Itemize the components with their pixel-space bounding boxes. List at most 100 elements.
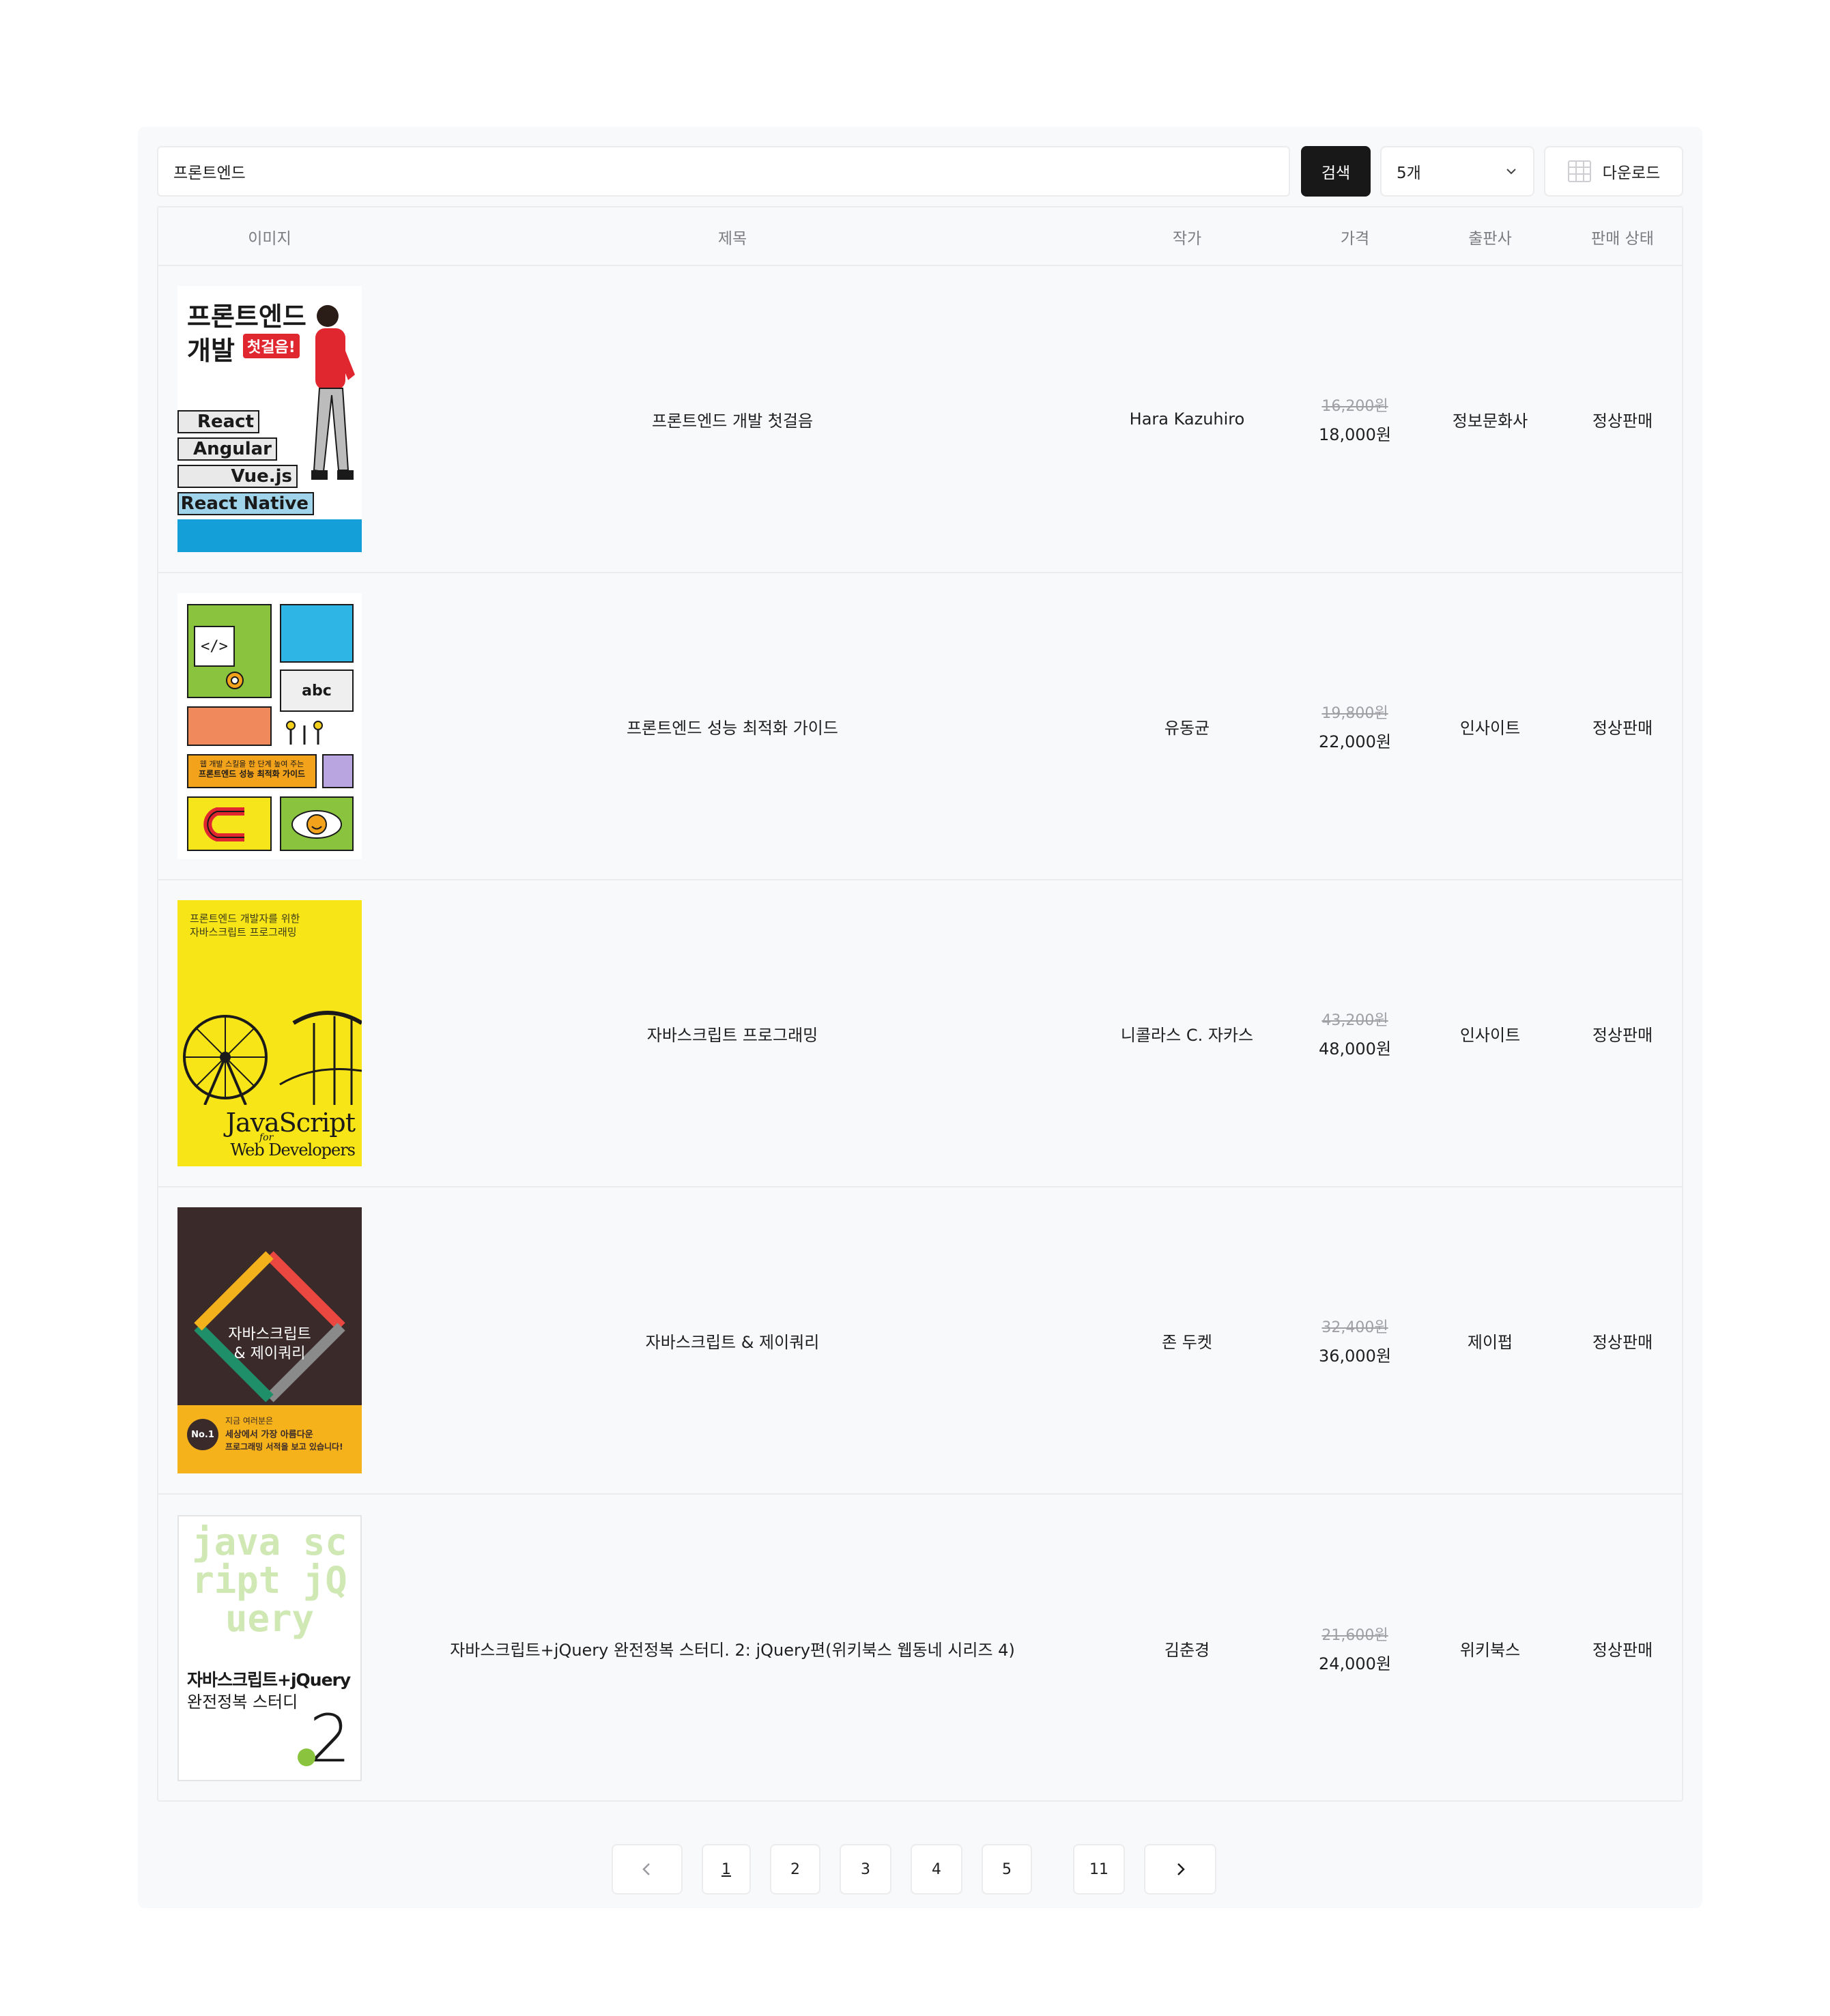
page-size-select[interactable]: 5개 — [1380, 146, 1534, 197]
book-cover-cell: java script jQuery 자바스크립트+jQuery 완전정복 스터… — [158, 1495, 381, 1802]
book-cover-cell: 프론트엔드 개발자를 위한 자바스크립트 프로그래밍 JavaScript fo… — [158, 880, 381, 1186]
cover-js-title: JavaScript — [225, 1108, 356, 1138]
original-price: 16,200원 — [1321, 397, 1388, 415]
prev-page-button[interactable] — [612, 1844, 683, 1895]
table-row[interactable]: java script jQuery 자바스크립트+jQuery 완전정복 스터… — [158, 1495, 1682, 1802]
book-list-panel: 검색 5개 다운로드 이미지 제목 작가 가격 출판사 판매 상태 — [138, 127, 1702, 1908]
header-author: 작가 — [1172, 230, 1202, 248]
page-button-2[interactable]: 2 — [770, 1844, 820, 1895]
page-number: 5 — [1002, 1860, 1012, 1878]
ferris-wheel-illustration — [183, 1011, 362, 1105]
page-button-4[interactable]: 4 — [911, 1844, 962, 1895]
cover-title-line1: 프론트엔드 — [187, 302, 306, 332]
book-title[interactable]: 자바스크립트+jQuery 완전정복 스터디. 2: jQuery편(위키북스 … — [381, 1495, 1084, 1802]
page-size-value: 5개 — [1397, 164, 1421, 182]
cover-panel-abc: abc — [280, 669, 354, 712]
book-price: 43,200원 48,000원 — [1290, 880, 1420, 1186]
book-cover: </> abc 웹 개발 스킬을 한 단계 높여 주는 프론트엔드 성능 최적화… — [177, 593, 362, 859]
chevron-left-icon — [642, 1863, 650, 1875]
header-price: 가격 — [1340, 230, 1370, 248]
header-status: 판매 상태 — [1591, 230, 1654, 248]
book-publisher: 위키북스 — [1459, 1640, 1521, 1660]
page-button-3[interactable]: 3 — [840, 1844, 891, 1895]
book-publisher: 정보문화사 — [1452, 411, 1528, 431]
header-image: 이미지 — [248, 230, 291, 248]
book-price: 19,800원 22,000원 — [1290, 573, 1420, 879]
book-price: 16,200원 18,000원 — [1290, 266, 1420, 572]
book-author: 존 두켓 — [1162, 1332, 1212, 1352]
cover-item-vue: Vue.js — [177, 465, 298, 488]
cover-tagline-1: 지금 여러분은 — [225, 1416, 274, 1426]
page-button-1[interactable]: 1 — [702, 1844, 751, 1895]
cover-code-box: </> — [194, 626, 235, 667]
next-page-button[interactable] — [1144, 1844, 1216, 1895]
cover-top-line2: 자바스크립트 프로그래밍 — [190, 926, 297, 938]
book-cover: 프론트엔드 개발 첫걸음! React Angular Vue.js React — [177, 286, 362, 552]
book-publisher: 인사이트 — [1459, 1025, 1521, 1045]
sale-price: 18,000원 — [1318, 424, 1392, 444]
book-author: Hara Kazuhiro — [1129, 409, 1245, 429]
download-button[interactable]: 다운로드 — [1544, 146, 1683, 197]
original-price: 21,600원 — [1321, 1626, 1388, 1644]
cover-item-angular: Angular — [177, 437, 277, 461]
book-cover-cell: 프론트엔드 개발 첫걸음! React Angular Vue.js React — [158, 266, 381, 572]
original-price: 43,200원 — [1321, 1011, 1388, 1029]
cover-panel-orange — [187, 706, 272, 746]
cover-title-line2: 개발 — [187, 336, 235, 366]
book-title[interactable]: 자바스크립트 프로그래밍 — [381, 880, 1084, 1186]
table-header: 이미지 제목 작가 가격 출판사 판매 상태 — [158, 207, 1682, 266]
gear-icon — [226, 672, 244, 689]
header-publisher: 출판사 — [1468, 230, 1512, 248]
book-price: 21,600원 24,000원 — [1290, 1495, 1420, 1802]
table-row[interactable]: 자바스크립트 & 제이쿼리 No.1 지금 여러분은 세상에서 가장 아름다운 … — [158, 1187, 1682, 1495]
download-label: 다운로드 — [1602, 164, 1661, 182]
table-row[interactable]: </> abc 웹 개발 스킬을 한 단계 높여 주는 프론트엔드 성능 최적화… — [158, 573, 1682, 880]
sale-price: 36,000원 — [1318, 1346, 1392, 1366]
toolbar: 검색 5개 다운로드 — [157, 146, 1683, 197]
book-author: 유동균 — [1164, 718, 1210, 738]
book-cover-cell: </> abc 웹 개발 스킬을 한 단계 높여 주는 프론트엔드 성능 최적화… — [158, 573, 381, 879]
cover-tagline-2: 세상에서 가장 아름다운 — [225, 1430, 313, 1440]
cover-green-dot — [298, 1748, 315, 1766]
book-author: 니콜라스 C. 자카스 — [1120, 1025, 1254, 1045]
sale-status: 정상판매 — [1592, 411, 1653, 431]
chevron-right-icon — [1177, 1863, 1185, 1875]
page-button-5[interactable]: 5 — [982, 1844, 1032, 1895]
cover-badge: 첫걸음! — [243, 334, 300, 358]
chevron-down-icon — [1506, 169, 1516, 175]
table-row[interactable]: 프론트엔드 개발자를 위한 자바스크립트 프로그래밍 JavaScript fo… — [158, 880, 1682, 1187]
cover-volume-number: 2 — [309, 1701, 351, 1777]
sale-status: 정상판매 — [1592, 1640, 1653, 1660]
search-input[interactable] — [157, 146, 1290, 197]
cover-band: 웹 개발 스킬을 한 단계 높여 주는 프론트엔드 성능 최적화 가이드 — [187, 754, 317, 788]
book-title[interactable]: 프론트엔드 성능 최적화 가이드 — [381, 573, 1084, 879]
page-number: 3 — [861, 1860, 870, 1878]
page-button-last[interactable]: 11 — [1073, 1844, 1125, 1895]
sale-price: 22,000원 — [1318, 732, 1392, 751]
smiley-eye-icon — [291, 810, 342, 839]
book-cover: 프론트엔드 개발자를 위한 자바스크립트 프로그래밍 JavaScript fo… — [177, 900, 362, 1166]
book-publisher: 제이펍 — [1467, 1332, 1513, 1352]
book-price: 32,400원 36,000원 — [1290, 1187, 1420, 1493]
book-cover: java script jQuery 자바스크립트+jQuery 완전정복 스터… — [177, 1515, 362, 1781]
cover-panel-blue — [280, 604, 354, 663]
search-button[interactable]: 검색 — [1301, 146, 1371, 197]
header-title: 제목 — [717, 230, 747, 248]
cover-title-line2: & 제이쿼리 — [233, 1345, 306, 1362]
cover-deco-text: java script jQuery — [192, 1521, 347, 1640]
original-price: 32,400원 — [1321, 1319, 1388, 1336]
pagination: 1 2 3 4 5 11 — [138, 1844, 1702, 1895]
sale-status: 정상판매 — [1592, 1332, 1653, 1352]
original-price: 19,800원 — [1321, 704, 1388, 722]
cover-band-line2: 프론트엔드 성능 최적화 가이드 — [198, 769, 306, 779]
cover-item-react-native: React Native — [177, 492, 314, 515]
book-title[interactable]: 자바스크립트 & 제이쿼리 — [381, 1187, 1084, 1493]
book-title[interactable]: 프론트엔드 개발 첫걸음 — [381, 266, 1084, 572]
book-cover-cell: 자바스크립트 & 제이쿼리 No.1 지금 여러분은 세상에서 가장 아름다운 … — [158, 1187, 381, 1493]
book-cover: 자바스크립트 & 제이쿼리 No.1 지금 여러분은 세상에서 가장 아름다운 … — [177, 1207, 362, 1473]
cover-bottom-band — [177, 519, 362, 552]
cover-title-line2: 완전정복 스터디 — [187, 1693, 298, 1712]
pen-tools-icon — [286, 721, 323, 745]
table-row[interactable]: 프론트엔드 개발 첫걸음! React Angular Vue.js React — [158, 266, 1682, 573]
cover-web-developers: Web Developers — [230, 1140, 356, 1160]
